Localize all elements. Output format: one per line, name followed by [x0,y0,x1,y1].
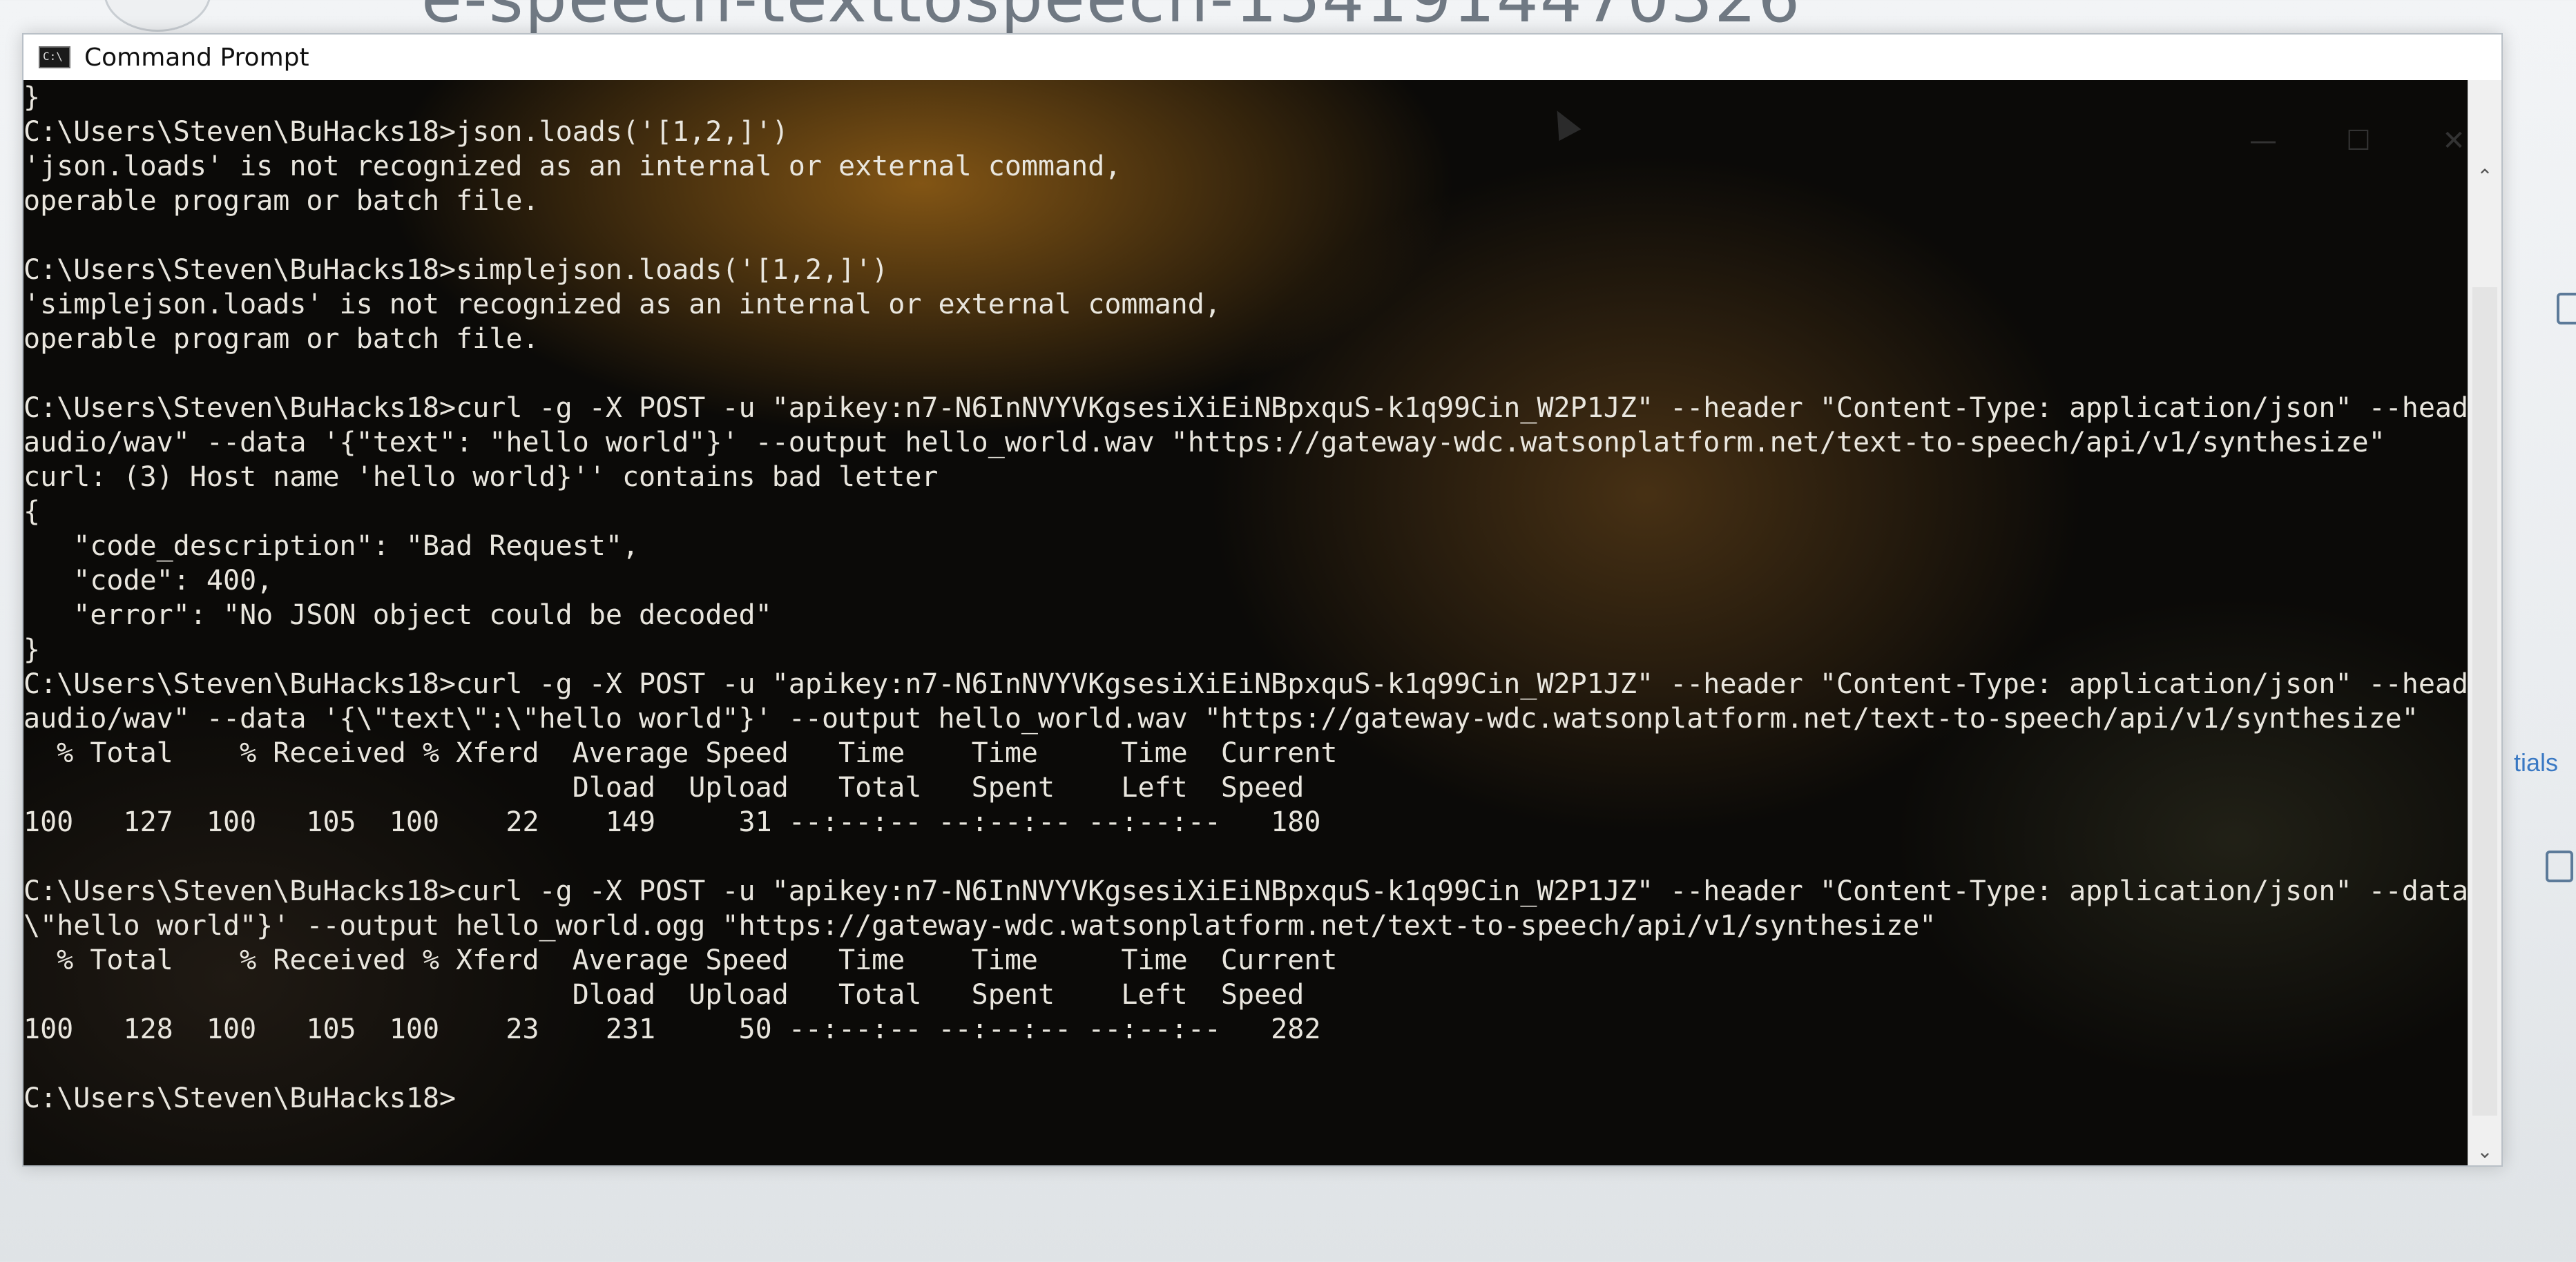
close-button[interactable]: ✕ [2406,116,2501,166]
terminal-line: "error": "No JSON object could be decode… [23,599,772,631]
terminal-line: 'simplejson.loads' is not recognized as … [23,289,1221,320]
terminal-line: C:\Users\Steven\BuHacks18>simplejson.loa… [23,254,889,286]
terminal-line: \"hello world"}' --output hello_world.og… [23,910,1936,942]
terminal-line: 100 127 100 105 100 22 149 31 --:--:-- -… [23,806,1321,838]
side-copy-icon-2[interactable] [2546,851,2573,882]
side-copy-icon[interactable] [2557,293,2576,324]
command-prompt-window[interactable]: C:\ Command Prompt } C:\Users\Steven\BuHa… [22,33,2503,1167]
window-controls: — ☐ ✕ [2215,116,2501,166]
terminal-line: % Total % Received % Xferd Average Speed… [23,944,1338,976]
terminal-line: 'json.loads' is not recognized as an int… [23,151,1122,182]
background-avatar-circle [104,0,211,32]
terminal-line: operable program or batch file. [23,323,539,355]
terminal-line: curl: (3) Host name 'hello world}'' cont… [23,461,939,493]
terminal-lines: } C:\Users\Steven\BuHacks18>json.loads('[… [23,80,2468,1116]
command-prompt-app-icon: C:\ [39,46,70,68]
terminal-line: Dload Upload Total Spent Left Speed [23,979,1305,1011]
terminal-line: { [23,496,41,527]
terminal-line: Dload Upload Total Spent Left Speed [23,772,1305,804]
terminal-line: 100 128 100 105 100 23 231 50 --:--:-- -… [23,1013,1321,1045]
window-title: Command Prompt [84,43,309,72]
terminal-line: audio/wav" --data '{\"text\":\"hello wor… [23,703,2419,735]
maximize-button[interactable]: ☐ [2311,116,2406,166]
terminal-line: C:\Users\Steven\BuHacks18>curl -g -X POS… [23,875,2468,907]
scroll-down-arrow-icon[interactable]: ⌄ [2468,1138,2501,1165]
title-bar[interactable]: C:\ Command Prompt [23,35,2501,80]
terminal-line: } [23,634,41,666]
terminal-line: "code": 400, [23,565,273,596]
terminal-line: % Total % Received % Xferd Average Speed… [23,737,1338,769]
terminal-line: C:\Users\Steven\BuHacks18>json.loads('[1… [23,116,789,148]
terminal-line: operable program or batch file. [23,185,539,217]
terminal-line: C:\Users\Steven\BuHacks18>curl -g -X POS… [23,668,2468,700]
scrollbar-thumb[interactable] [2472,287,2497,1116]
terminal-line: audio/wav" --data '{"text": "hello world… [23,427,2385,458]
terminal-line: C:\Users\Steven\BuHacks18>curl -g -X POS… [23,392,2468,424]
vertical-scrollbar[interactable]: ⌃ ⌄ [2468,80,2501,1165]
terminal-output-area[interactable]: } C:\Users\Steven\BuHacks18>json.loads('[… [23,80,2468,1165]
minimize-button[interactable]: — [2215,116,2311,166]
terminal-line: "code_description": "Bad Request", [23,530,640,562]
terminal-line: } [23,81,41,113]
terminal-line: C:\Users\Steven\BuHacks18> [23,1083,456,1114]
scroll-up-arrow-icon[interactable]: ⌃ [2468,163,2501,191]
background-page-title: e-speech-texttospeech-1541914470326 [421,0,1801,37]
side-link-text[interactable]: tials [2514,748,2558,777]
